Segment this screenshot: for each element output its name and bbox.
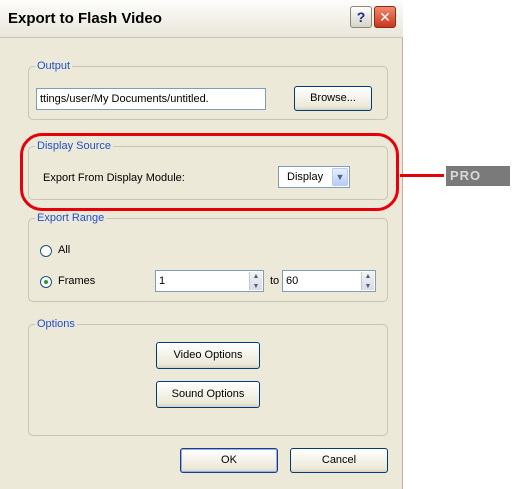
browse-button[interactable]: Browse...: [294, 86, 372, 111]
options-group: Options: [28, 318, 388, 436]
spinner-arrows-icon[interactable]: ▲ ▼: [361, 272, 374, 290]
export-dialog: Export to Flash Video ? ✕ Output ttings/…: [0, 0, 403, 489]
title-bar[interactable]: Export to Flash Video ? ✕: [0, 0, 403, 38]
cancel-button[interactable]: Cancel: [290, 448, 388, 473]
display-module-select[interactable]: Display ▼: [278, 166, 350, 188]
display-module-selected: Display: [287, 171, 324, 183]
options-group-label: Options: [37, 318, 75, 330]
display-module-label: Export From Display Module:: [43, 172, 185, 184]
frames-radio[interactable]: [40, 276, 52, 288]
export-range-group-label: Export Range: [37, 212, 105, 224]
sound-options-button[interactable]: Sound Options: [156, 381, 260, 408]
close-button[interactable]: ✕: [374, 6, 396, 28]
output-group-label: Output: [37, 60, 71, 72]
video-options-button[interactable]: Video Options: [156, 342, 260, 369]
frames-label: Frames: [58, 275, 96, 287]
all-radio[interactable]: [40, 245, 52, 257]
chevron-down-icon[interactable]: ▼: [332, 168, 348, 186]
frames-to-value: 60: [286, 275, 299, 287]
close-icon: ✕: [379, 9, 391, 25]
output-path-field[interactable]: ttings/user/My Documents/untitled.: [36, 88, 266, 110]
all-label: All: [58, 244, 71, 256]
frames-from-value: 1: [159, 275, 166, 287]
dialog-title: Export to Flash Video: [8, 10, 162, 27]
to-label: to: [270, 275, 280, 287]
ok-button[interactable]: OK: [180, 448, 278, 473]
help-icon: ?: [356, 9, 366, 25]
radio-selected-dot: [44, 280, 48, 284]
help-button[interactable]: ?: [350, 6, 372, 28]
callout-line: [400, 174, 444, 177]
spinner-arrows-icon[interactable]: ▲ ▼: [249, 272, 262, 290]
frames-to-field[interactable]: 60 ▲ ▼: [282, 270, 376, 292]
pro-badge: PRO: [446, 166, 510, 186]
frames-from-field[interactable]: 1 ▲ ▼: [155, 270, 264, 292]
display-source-group-label: Display Source: [37, 140, 111, 152]
